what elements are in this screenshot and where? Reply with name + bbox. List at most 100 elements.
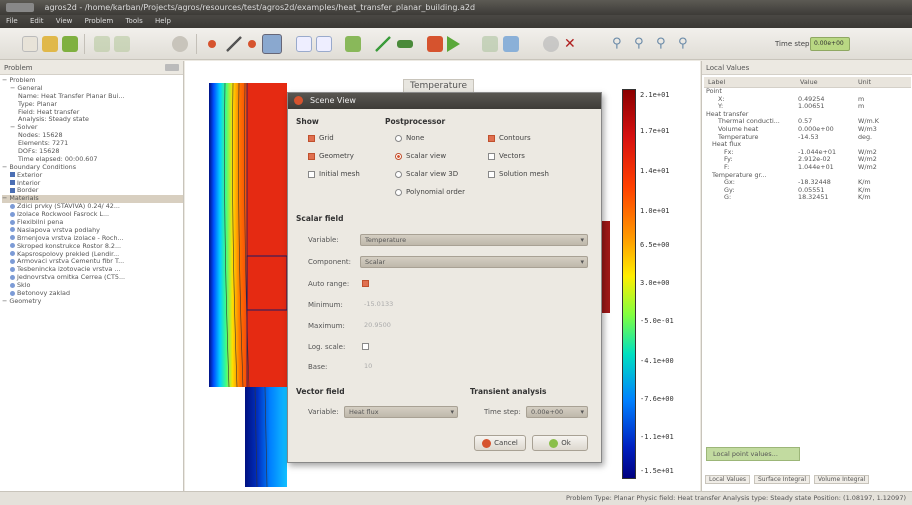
pp-scalar-view-3d-radio[interactable]: Scalar view 3D — [395, 170, 458, 178]
minimum-field[interactable]: -15.0133 — [364, 299, 564, 310]
tab-volume-integral[interactable]: Volume Integral — [813, 475, 870, 484]
tree-item[interactable]: DOFs: 15628 — [2, 148, 183, 156]
tree-item[interactable]: Name: Heat Transfer Planar Bui... — [2, 93, 183, 101]
rectangle-icon[interactable] — [397, 40, 413, 48]
contours-checkbox[interactable]: Contours — [488, 134, 531, 142]
dialog-time-step-combo[interactable]: 0.00e+00 — [526, 406, 588, 418]
chart-icon[interactable] — [427, 36, 443, 52]
solution-mesh-checkbox[interactable]: Solution mesh — [488, 170, 549, 178]
tree-item[interactable]: Kapsrospolovy prekled (Lendir... — [2, 251, 183, 259]
auto-range-checkbox[interactable] — [362, 279, 373, 287]
pp-scalar-view-radio[interactable]: Scalar view — [395, 152, 446, 160]
show-initial-mesh-checkbox[interactable]: Initial mesh — [308, 170, 360, 178]
cancel-label: Cancel — [494, 439, 518, 447]
undo-icon[interactable] — [94, 36, 110, 52]
colorbar-tick-label: 1.0e+01 — [640, 207, 670, 215]
time-step-combo[interactable]: 0.00e+00 — [810, 37, 850, 51]
vector-variable-combo[interactable]: Heat flux — [344, 406, 458, 418]
edge-icon[interactable] — [226, 36, 242, 52]
show-grid-checkbox[interactable]: Grid — [308, 134, 334, 142]
tree-item[interactable]: Skroped konstrukce Rostor 8.2... — [2, 243, 183, 251]
postprocessor-icon[interactable] — [262, 34, 282, 54]
tree-item[interactable]: Time elapsed: 00:00.607 — [2, 156, 183, 164]
tree-item[interactable]: Armovaci vrstva Cementu fibr T... — [2, 258, 183, 266]
tree-item[interactable]: − Boundary Conditions — [2, 164, 183, 172]
tree-item[interactable]: Elements: 7271 — [2, 140, 183, 148]
local-point-values-button[interactable]: Local point values... — [706, 447, 800, 461]
new-document-icon[interactable] — [22, 36, 38, 52]
table-row[interactable]: G: 18.32451 K/m — [704, 194, 911, 202]
panel-close-icon[interactable] — [165, 64, 179, 71]
tree-item[interactable]: Brnenjova vrstva izolace - Roch... — [2, 235, 183, 243]
base-field[interactable]: 10 — [364, 361, 424, 372]
tree-item[interactable]: Field: Heat transfer — [2, 109, 183, 117]
tab-local-values[interactable]: Local Values — [705, 475, 751, 484]
menu-tools[interactable]: Tools — [125, 17, 142, 25]
tree-item[interactable]: − Solver — [2, 124, 183, 132]
zoom-best-fit-icon[interactable]: ⚲ — [612, 36, 628, 52]
tree-item[interactable]: − Materials — [2, 195, 183, 204]
tree-item[interactable]: Exterior — [2, 172, 183, 180]
tree-item[interactable]: Izolace Rockwool Fasrock L... — [2, 211, 183, 219]
tree-item[interactable]: Zdici prvky (STAVIVA) 0.24/ 42... — [2, 203, 183, 211]
checkbox-unchecked-icon — [308, 170, 315, 178]
zoom-region-icon[interactable]: ⚲ — [678, 36, 694, 52]
material-icon — [10, 219, 15, 225]
component-combo[interactable]: Scalar — [360, 256, 588, 268]
problem-panel: Problem − Problem − General Name: Heat Tra… — [0, 61, 184, 491]
tree-item[interactable]: Type: Planar — [2, 101, 183, 109]
tree-item[interactable]: Nodes: 15628 — [2, 132, 183, 140]
tree-item[interactable]: − General — [2, 85, 183, 93]
delete-icon[interactable]: ✕ — [564, 36, 580, 52]
pp-none-radio[interactable]: None — [395, 134, 424, 142]
label-icon[interactable] — [248, 40, 256, 48]
tree-item[interactable]: Jednovrstva omitka Cerrea (CT5... — [2, 274, 183, 282]
vectors-checkbox[interactable]: Vectors — [488, 152, 525, 160]
pp-scalar-view-3d-label: Scalar view 3D — [406, 170, 459, 178]
settings-icon[interactable] — [543, 36, 559, 52]
tree-item[interactable]: Border — [2, 187, 183, 195]
tab-surface-integral[interactable]: Surface Integral — [753, 475, 810, 484]
variable-combo[interactable]: Temperature — [360, 234, 588, 246]
tree-item[interactable]: Sklo — [2, 282, 183, 290]
select-region-icon[interactable] — [296, 36, 312, 52]
redo-icon[interactable] — [114, 36, 130, 52]
options-icon[interactable] — [172, 36, 188, 52]
menu-help[interactable]: Help — [155, 17, 171, 25]
tree-item[interactable]: − Geometry — [2, 298, 183, 306]
scene-view-icon[interactable] — [503, 36, 519, 52]
log-scale-checkbox[interactable] — [362, 342, 373, 350]
zoom-in-icon[interactable]: ⚲ — [634, 36, 650, 52]
tree-item[interactable]: Analysis: Steady state — [2, 116, 183, 124]
solve-icon[interactable] — [447, 36, 460, 52]
tree-item[interactable]: − Problem — [2, 77, 183, 85]
menu-problem[interactable]: Problem — [85, 17, 114, 25]
show-geometry-checkbox[interactable]: Geometry — [308, 152, 354, 160]
boundary-icon — [10, 180, 15, 186]
open-folder-icon[interactable] — [42, 36, 58, 52]
tree-item[interactable]: Nasiapova vrstva podlahy — [2, 227, 183, 235]
maximum-field[interactable]: 20.9500 — [364, 320, 564, 331]
row-unit: m — [858, 102, 865, 111]
tree-item[interactable]: Interior — [2, 180, 183, 188]
adaptive-icon[interactable] — [482, 36, 498, 52]
copy-icon[interactable] — [316, 36, 332, 52]
ok-button[interactable]: Ok — [532, 435, 588, 451]
vector-variable-label: Variable: — [308, 408, 339, 416]
tree-item[interactable]: Tesbenincka izotovacie vrstva ... — [2, 266, 183, 274]
boundary-icon — [10, 187, 15, 193]
menu-file[interactable]: File — [6, 17, 18, 25]
tree-item[interactable]: Flexibilni pena — [2, 219, 183, 227]
zoom-out-icon[interactable]: ⚲ — [656, 36, 672, 52]
pencil-icon[interactable] — [375, 36, 391, 52]
menu-view[interactable]: View — [56, 17, 73, 25]
cancel-button[interactable]: Cancel — [474, 435, 526, 451]
colorbar-tick-label: 3.0e+00 — [640, 279, 670, 287]
dialog-close-icon[interactable] — [294, 96, 303, 105]
tree-item[interactable]: Betonovy zaklad — [2, 290, 183, 298]
mesh-icon[interactable] — [345, 36, 361, 52]
menu-edit[interactable]: Edit — [30, 17, 44, 25]
node-icon[interactable] — [208, 40, 216, 48]
pp-polynomial-order-radio[interactable]: Polynomial order — [395, 188, 465, 196]
save-icon[interactable] — [62, 36, 78, 52]
